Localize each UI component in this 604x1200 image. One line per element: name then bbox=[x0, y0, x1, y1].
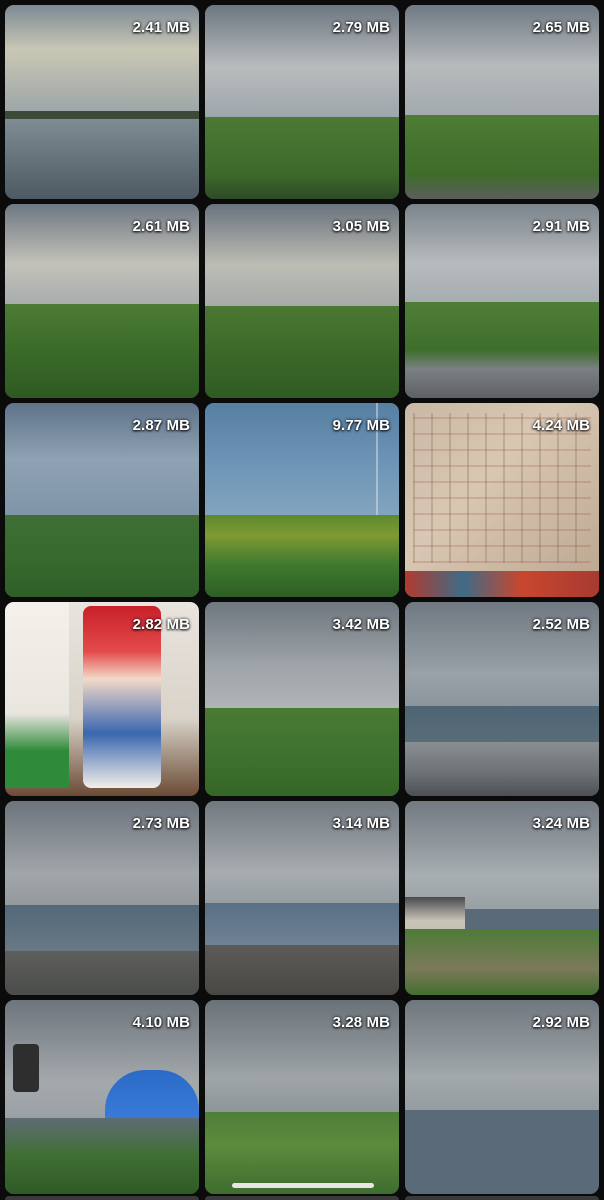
photo-thumbnail[interactable]: 9.77 MB bbox=[205, 403, 399, 597]
photo-thumbnail[interactable]: 2.79 MB bbox=[205, 5, 399, 199]
shelf-items bbox=[405, 571, 599, 597]
beach-area bbox=[205, 945, 399, 995]
photo-thumbnail[interactable]: 2.61 MB bbox=[5, 204, 199, 398]
file-size-label: 2.41 MB bbox=[132, 19, 190, 36]
file-size-label: 3.24 MB bbox=[532, 815, 590, 832]
file-size-label: 9.77 MB bbox=[332, 417, 390, 434]
photo-thumbnail-partial[interactable] bbox=[405, 1196, 599, 1200]
field-area bbox=[205, 708, 399, 796]
photo-thumbnail[interactable]: 3.24 MB bbox=[405, 801, 599, 995]
photo-grid: 2.41 MB 2.79 MB 2.65 MB 2.61 MB 3.05 MB … bbox=[5, 5, 599, 1194]
file-size-label: 4.24 MB bbox=[532, 417, 590, 434]
field-area bbox=[405, 302, 599, 398]
file-size-label: 2.92 MB bbox=[532, 1014, 590, 1031]
home-indicator[interactable] bbox=[232, 1183, 374, 1188]
shore-area bbox=[5, 951, 199, 995]
river-area bbox=[5, 119, 199, 199]
photo-thumbnail[interactable]: 3.28 MB bbox=[205, 1000, 399, 1194]
file-size-label: 2.82 MB bbox=[132, 616, 190, 633]
file-size-label: 2.91 MB bbox=[532, 218, 590, 235]
photo-thumbnail[interactable]: 2.87 MB bbox=[5, 403, 199, 597]
character-standee bbox=[83, 606, 161, 788]
photo-thumbnail[interactable]: 2.41 MB bbox=[5, 5, 199, 199]
file-size-label: 3.42 MB bbox=[332, 616, 390, 633]
file-size-label: 3.28 MB bbox=[332, 1014, 390, 1031]
photo-thumbnail[interactable]: 4.10 MB bbox=[5, 1000, 199, 1194]
map-illustration bbox=[413, 413, 591, 563]
photo-thumbnail[interactable]: 2.92 MB bbox=[405, 1000, 599, 1194]
sea-area bbox=[405, 706, 599, 746]
field-area bbox=[405, 115, 599, 199]
field-area bbox=[5, 304, 199, 398]
file-size-label: 2.79 MB bbox=[332, 19, 390, 36]
file-size-label: 2.87 MB bbox=[132, 417, 190, 434]
photo-thumbnail[interactable]: 2.91 MB bbox=[405, 204, 599, 398]
photo-thumbnail-partial[interactable] bbox=[5, 1196, 199, 1200]
photo-thumbnail[interactable]: 3.05 MB bbox=[205, 204, 399, 398]
file-size-label: 4.10 MB bbox=[132, 1014, 190, 1031]
field-area bbox=[205, 515, 399, 597]
photo-thumbnail[interactable]: 2.52 MB bbox=[405, 602, 599, 796]
photo-thumbnail[interactable]: 2.65 MB bbox=[405, 5, 599, 199]
field-area bbox=[205, 117, 399, 199]
rocks-area bbox=[405, 742, 599, 796]
file-size-label: 2.73 MB bbox=[132, 815, 190, 832]
field-area bbox=[205, 306, 399, 398]
field-area bbox=[405, 929, 599, 995]
file-size-label: 2.61 MB bbox=[132, 218, 190, 235]
file-size-label: 3.14 MB bbox=[332, 815, 390, 832]
field-area bbox=[205, 1112, 399, 1194]
photo-thumbnail[interactable]: 2.82 MB bbox=[5, 602, 199, 796]
traffic-light bbox=[13, 1044, 39, 1092]
field-area bbox=[5, 1118, 199, 1194]
photo-thumbnail[interactable]: 3.14 MB bbox=[205, 801, 399, 995]
field-area bbox=[5, 515, 199, 597]
banner-poster bbox=[5, 602, 69, 788]
next-row-peek bbox=[5, 1196, 599, 1200]
photo-thumbnail[interactable]: 3.42 MB bbox=[205, 602, 399, 796]
photo-thumbnail[interactable]: 4.24 MB bbox=[405, 403, 599, 597]
file-size-label: 2.65 MB bbox=[532, 19, 590, 36]
fence-area bbox=[405, 1110, 599, 1194]
photo-thumbnail[interactable]: 2.73 MB bbox=[5, 801, 199, 995]
photo-thumbnail-partial[interactable] bbox=[205, 1196, 399, 1200]
file-size-label: 3.05 MB bbox=[332, 218, 390, 235]
sea-area bbox=[5, 905, 199, 955]
file-size-label: 2.52 MB bbox=[532, 616, 590, 633]
sea-area bbox=[205, 903, 399, 947]
